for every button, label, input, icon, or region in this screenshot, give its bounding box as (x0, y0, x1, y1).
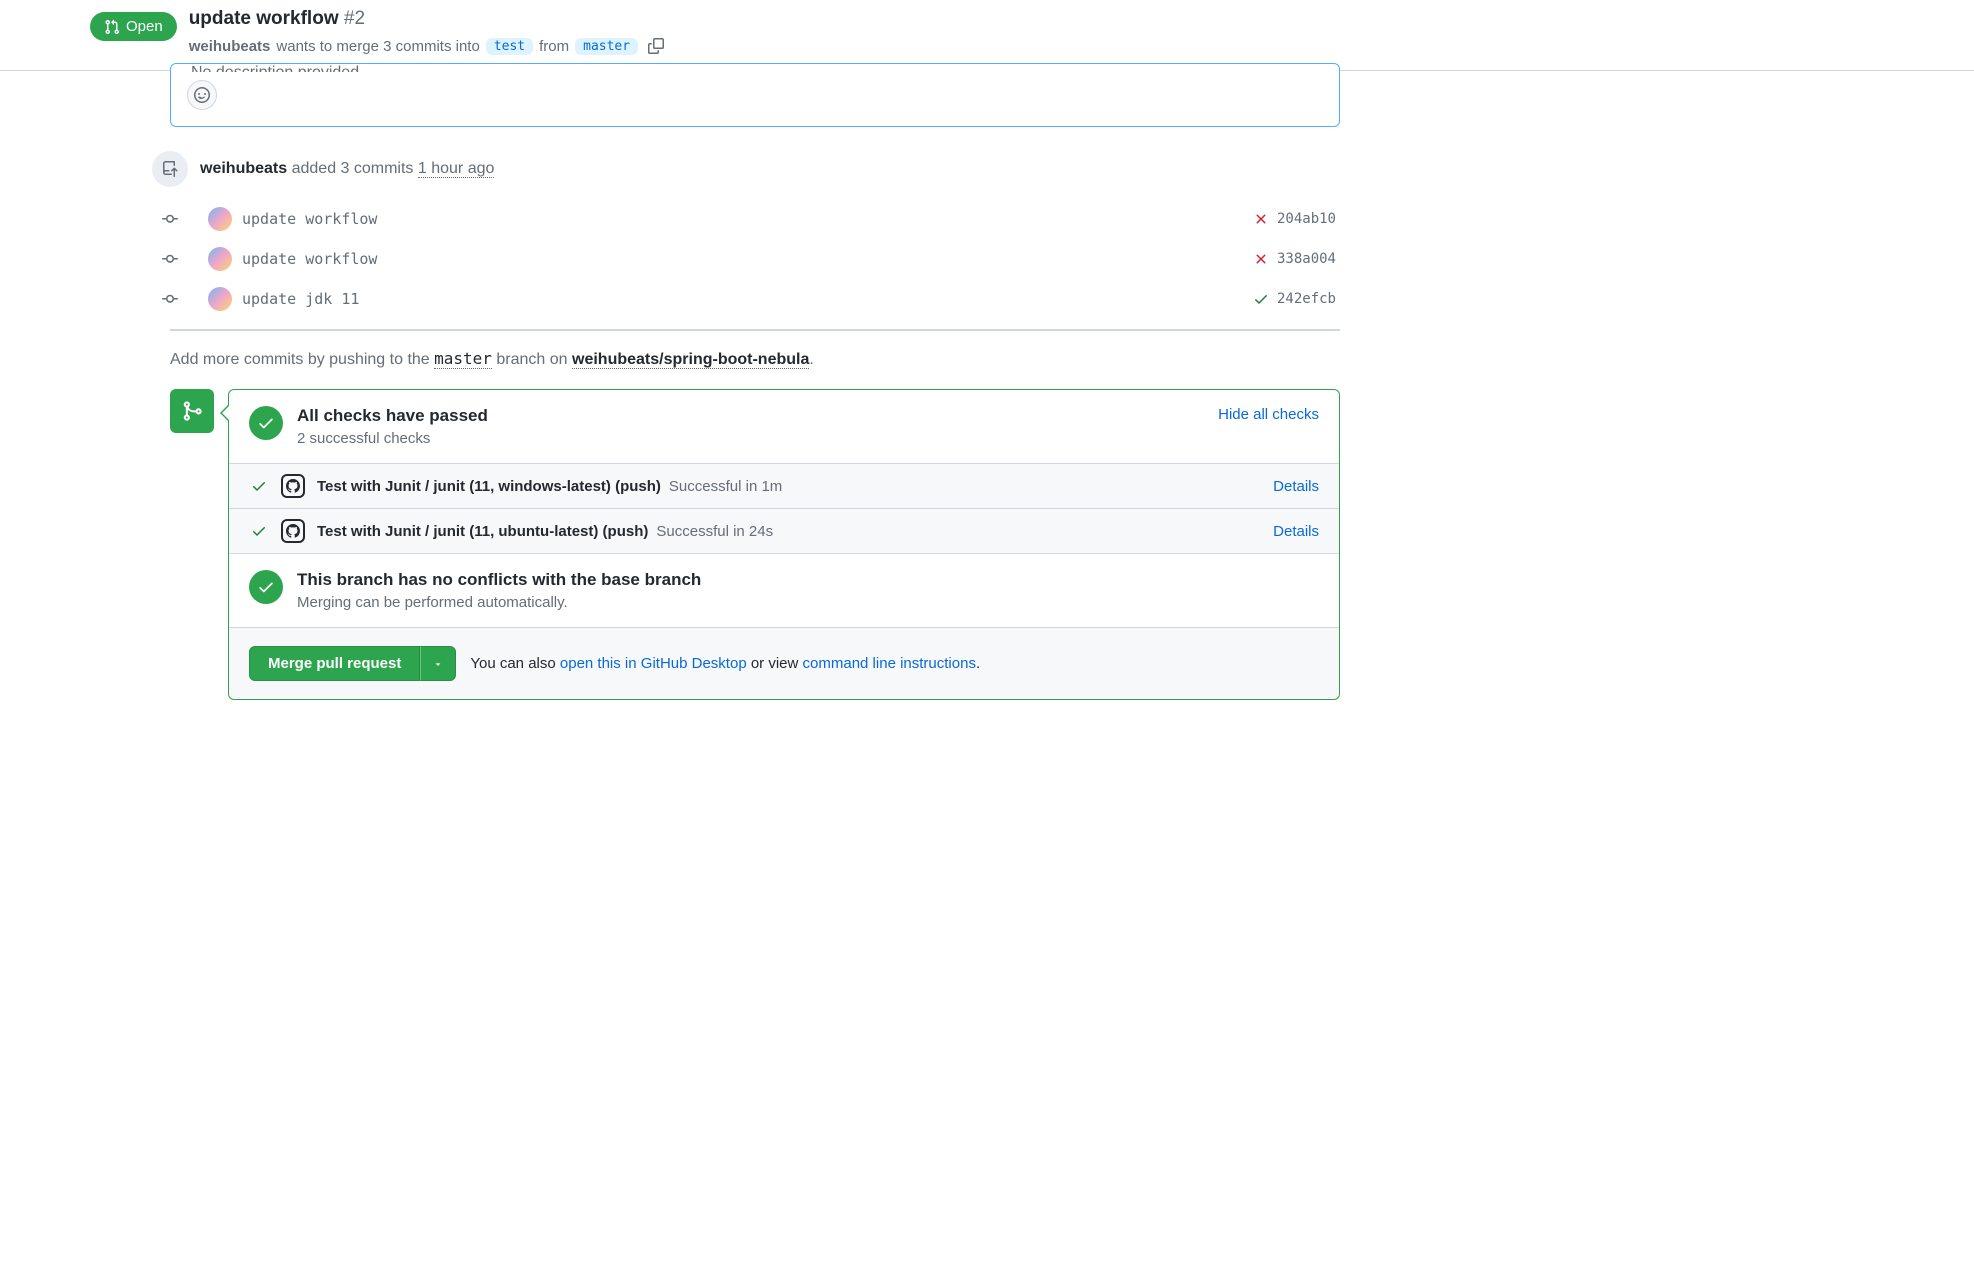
push-hint-branch: master (434, 349, 492, 369)
pr-number: #2 (344, 8, 365, 29)
commit-status-icon[interactable] (1253, 211, 1269, 227)
check-details-link[interactable]: Details (1273, 478, 1319, 495)
base-branch-pill[interactable]: test (486, 38, 533, 55)
pr-description-box: No description provided. (170, 63, 1340, 127)
divider (170, 329, 1340, 331)
merge-status-icon (170, 389, 214, 433)
merge-pull-request-button[interactable]: Merge pull request (249, 646, 420, 681)
avatar[interactable] (208, 287, 232, 311)
check-success-icon (249, 478, 269, 494)
github-actions-icon (281, 519, 305, 543)
checks-title: All checks have passed (297, 406, 1204, 426)
check-duration: Successful in 1m (669, 478, 782, 495)
commit-message[interactable]: update workflow (242, 210, 1253, 228)
git-pull-request-icon (104, 19, 120, 35)
state-badge-label: Open (126, 18, 163, 35)
avatar[interactable] (208, 247, 232, 271)
copy-branch-icon[interactable] (644, 34, 668, 58)
commit-status-icon[interactable] (1253, 251, 1269, 267)
pr-description-text: No description provided. (171, 64, 1339, 72)
commit-sha[interactable]: 204ab10 (1277, 211, 1336, 227)
check-row: Test with Junit / junit (11, ubuntu-late… (229, 508, 1339, 553)
head-branch-pill[interactable]: master (575, 38, 638, 55)
check-name[interactable]: Test with Junit / junit (11, ubuntu-late… (317, 523, 648, 540)
commit-sha[interactable]: 242efcb (1277, 291, 1336, 307)
commit-dot-icon (162, 211, 178, 227)
merge-options-caret[interactable] (420, 646, 456, 681)
commit-row: update jdk 11 242efcb (170, 279, 1340, 319)
commit-sha[interactable]: 338a004 (1277, 251, 1336, 267)
pr-author[interactable]: weihubeats (189, 38, 271, 55)
push-hint: Add more commits by pushing to the maste… (170, 349, 1340, 369)
hide-checks-link[interactable]: Hide all checks (1218, 406, 1319, 423)
commit-dot-icon (162, 291, 178, 307)
push-hint-repo[interactable]: weihubeats/spring-boot-nebula (572, 351, 809, 369)
repo-push-icon (152, 151, 188, 187)
github-actions-icon (281, 474, 305, 498)
commit-message[interactable]: update jdk 11 (242, 290, 1253, 308)
commit-status-icon[interactable] (1253, 291, 1269, 307)
event-time[interactable]: 1 hour ago (418, 160, 495, 178)
pr-title[interactable]: update workflow (189, 8, 339, 29)
merge-hint: You can also open this in GitHub Desktop… (470, 655, 980, 672)
merge-panel: All checks have passed 2 successful chec… (228, 389, 1340, 700)
commits-added-event: weihubeats added 3 commits 1 hour ago (170, 147, 1340, 191)
commit-row: update workflow 338a004 (170, 239, 1340, 279)
checks-passed-icon (249, 406, 283, 440)
commit-dot-icon (162, 251, 178, 267)
commit-row: update workflow 204ab10 (170, 199, 1340, 239)
check-success-icon (249, 523, 269, 539)
cli-instructions-link[interactable]: command line instructions (803, 655, 976, 672)
conflicts-subtitle: Merging can be performed automatically. (297, 594, 1319, 611)
check-duration: Successful in 24s (656, 523, 773, 540)
check-row: Test with Junit / junit (11, windows-lat… (229, 463, 1339, 508)
pr-merge-text: wants to merge 3 commits into (276, 38, 479, 55)
conflicts-title: This branch has no conflicts with the ba… (297, 570, 1319, 590)
event-action-text: added 3 commits (292, 160, 414, 177)
check-name[interactable]: Test with Junit / junit (11, windows-lat… (317, 478, 661, 495)
pr-title-line: update workflow #2 (189, 8, 668, 30)
open-in-desktop-link[interactable]: open this in GitHub Desktop (560, 655, 747, 672)
event-author[interactable]: weihubeats (200, 160, 287, 177)
pr-header: Open update workflow #2 weihubeats wants… (0, 0, 1974, 71)
commit-message[interactable]: update workflow (242, 250, 1253, 268)
no-conflicts-icon (249, 570, 283, 604)
state-badge-open: Open (90, 12, 177, 41)
checks-subtitle: 2 successful checks (297, 430, 1204, 447)
avatar[interactable] (208, 207, 232, 231)
from-text: from (539, 38, 569, 55)
add-reaction-button[interactable] (187, 80, 217, 110)
check-details-link[interactable]: Details (1273, 523, 1319, 540)
